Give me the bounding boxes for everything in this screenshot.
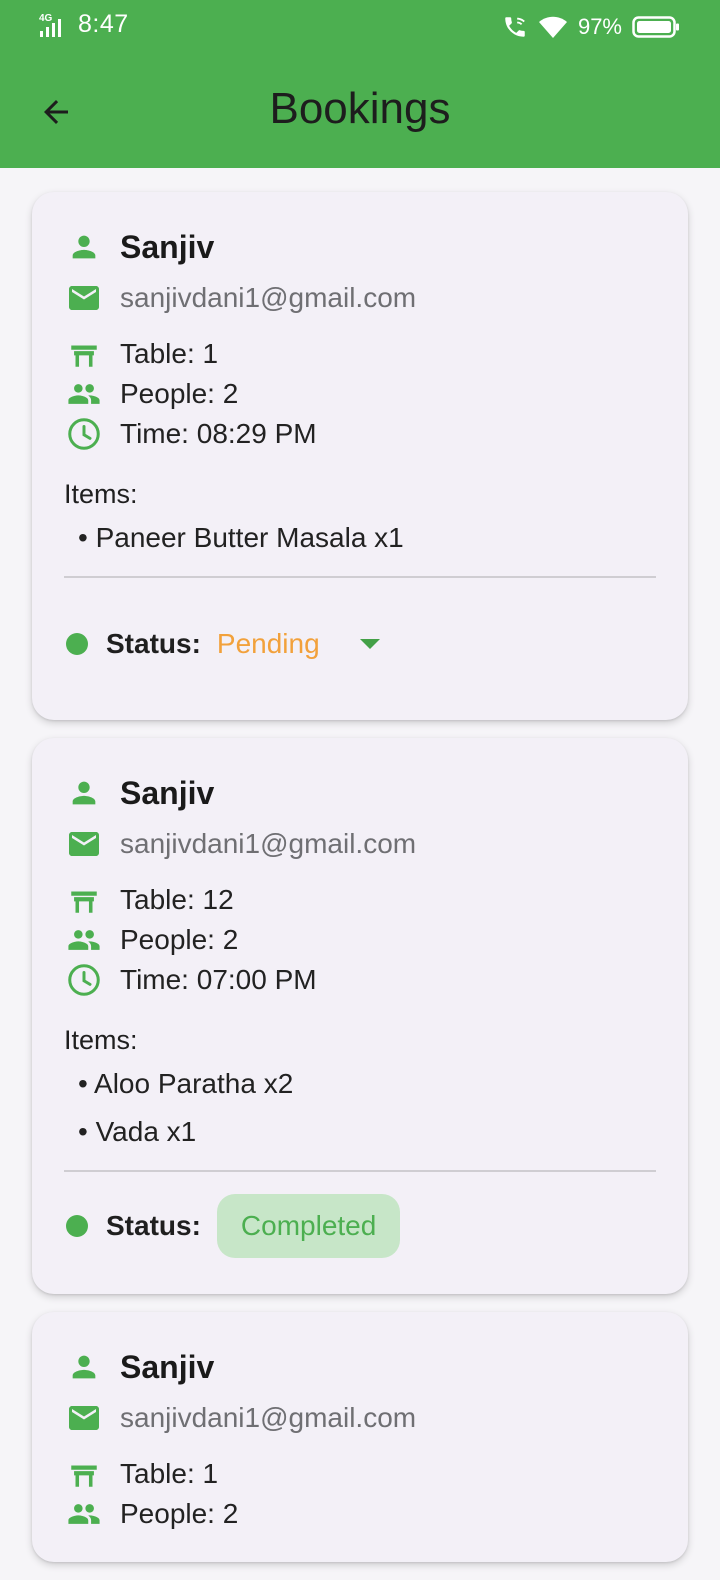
status-dot-icon	[66, 633, 88, 655]
booking-time: Time: 08:29 PM	[120, 418, 317, 449]
person-icon	[64, 1349, 104, 1385]
divider	[64, 576, 656, 578]
table-number: Table: 12	[120, 884, 234, 915]
customer-name: Sanjiv	[120, 1348, 215, 1385]
email-icon	[64, 280, 104, 316]
clock-icon	[64, 416, 104, 452]
order-item: • Aloo Paratha x2	[78, 1068, 294, 1099]
person-icon	[64, 229, 104, 265]
customer-email-row: sanjivdani1@gmail.com	[64, 824, 656, 864]
status-bar-right: 97%	[502, 14, 680, 40]
customer-name: Sanjiv	[120, 228, 215, 265]
wifi-calling-icon	[502, 14, 528, 40]
customer-email-row: sanjivdani1@gmail.com	[64, 278, 656, 318]
table-icon	[64, 1456, 104, 1492]
table-number: Table: 1	[120, 338, 219, 369]
email-icon	[64, 1400, 104, 1436]
customer-email: sanjivdani1@gmail.com	[120, 282, 417, 313]
status-dot-icon	[66, 1215, 88, 1237]
people-count: People: 2	[120, 924, 239, 955]
customer-name-row: Sanjiv	[64, 216, 656, 278]
divider	[64, 1170, 656, 1172]
battery-percent: 97%	[577, 14, 622, 39]
status-bar-left: 4G 8:47	[38, 10, 129, 39]
time-row: Time: 08:29 PM	[64, 414, 656, 454]
status-label: Status:	[106, 628, 201, 659]
people-row: People: 2	[64, 374, 656, 414]
status-row: Status: Pending	[64, 596, 656, 692]
customer-name: Sanjiv	[120, 774, 215, 811]
booking-time: Time: 07:00 PM	[120, 964, 317, 995]
table-number: Table: 1	[120, 1458, 219, 1489]
customer-name-row: Sanjiv	[64, 762, 656, 824]
table-row: Table: 12	[64, 880, 656, 920]
booking-card: Sanjiv sanjivdani1@gmail.com Table: 1 Pe…	[32, 192, 688, 720]
people-icon	[64, 376, 104, 412]
status-label: Status:	[106, 1210, 201, 1241]
signal-4g-icon: 4G	[38, 11, 66, 39]
booking-card: Sanjiv sanjivdani1@gmail.com Table: 1 Pe…	[32, 1312, 688, 1562]
status-bar: 4G 8:47 97%	[0, 0, 720, 56]
table-row: Table: 1	[64, 1454, 656, 1494]
status-badge: Completed	[216, 1194, 401, 1258]
people-count: People: 2	[120, 1498, 239, 1529]
clock-icon	[64, 962, 104, 998]
items-heading: Items:	[64, 1025, 138, 1055]
battery-icon	[632, 15, 680, 39]
order-item: • Paneer Butter Masala x1	[78, 522, 404, 553]
table-icon	[64, 336, 104, 372]
customer-name-row: Sanjiv	[64, 1336, 656, 1398]
customer-email: sanjivdani1@gmail.com	[120, 1402, 417, 1433]
email-icon	[64, 826, 104, 862]
person-icon	[64, 775, 104, 811]
customer-email-row: sanjivdani1@gmail.com	[64, 1398, 656, 1438]
app-bar: Bookings	[0, 56, 720, 168]
items-heading: Items:	[64, 479, 138, 509]
page-title: Bookings	[269, 84, 451, 133]
order-item: • Vada x1	[78, 1116, 197, 1147]
svg-text:4G: 4G	[39, 13, 53, 24]
table-row: Table: 1	[64, 334, 656, 374]
status-bar-time: 8:47	[78, 10, 129, 38]
dropdown-arrow-icon[interactable]	[359, 639, 380, 649]
people-count: People: 2	[120, 378, 239, 409]
bookings-list: Sanjiv sanjivdani1@gmail.com Table: 1 Pe…	[32, 192, 688, 1580]
wifi-icon	[538, 14, 568, 40]
people-row: People: 2	[64, 920, 656, 960]
table-icon	[64, 882, 104, 918]
customer-email: sanjivdani1@gmail.com	[120, 828, 417, 859]
people-icon	[64, 1496, 104, 1532]
status-row: Status: Completed	[64, 1186, 656, 1266]
people-row: People: 2	[64, 1494, 656, 1534]
people-icon	[64, 922, 104, 958]
time-row: Time: 07:00 PM	[64, 960, 656, 1000]
booking-card: Sanjiv sanjivdani1@gmail.com Table: 12 P…	[32, 738, 688, 1294]
status-dropdown-value[interactable]: Pending	[217, 628, 320, 660]
